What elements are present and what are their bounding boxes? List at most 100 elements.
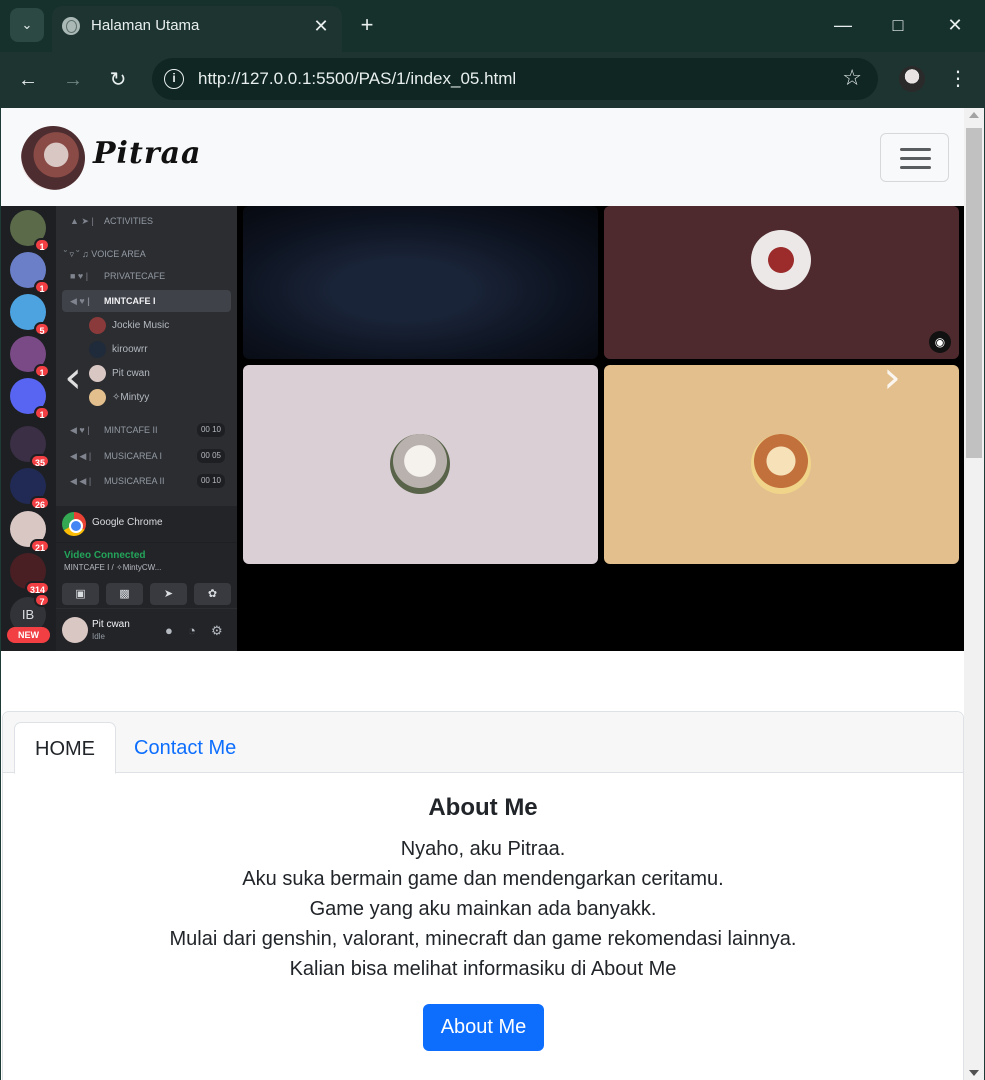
chrome-icon xyxy=(62,512,86,536)
server-badge: 7 xyxy=(34,593,50,607)
headphones-icon: ◔ xyxy=(188,623,196,638)
about-me-button[interactable]: About Me xyxy=(423,1004,544,1051)
server-icon: 1 xyxy=(10,210,50,252)
server-icon: 5 xyxy=(10,294,50,336)
reload-icon[interactable]: ↻ xyxy=(102,64,134,96)
video-tile: ◉ xyxy=(604,206,959,359)
speaker-icon: ◀ ◀ | xyxy=(70,476,92,486)
channel-item: ◀ ◀ | MUSICAREA I 00 05 xyxy=(62,445,231,467)
tabs-card: HOME Contact Me About Me Nyaho, aku Pitr… xyxy=(2,711,964,1080)
avatar xyxy=(62,617,88,643)
channel-label: ACTIVITIES xyxy=(104,216,154,226)
channel-item: ■ ♥ | PRIVATECAFE xyxy=(62,265,231,287)
tab-strip: ⌄ Halaman Utama ✕ + — □ ✕ xyxy=(0,0,985,52)
voice-panel: Video Connected MINTCAFE I / ✧MintyCW...… xyxy=(56,542,237,608)
server-badge: 35 xyxy=(29,454,50,468)
stage-icon: ◉ xyxy=(929,331,951,353)
plus-icon[interactable]: + xyxy=(354,12,380,38)
channel-list: ▲ ➤ | ACTIVITIES ˘ ▿ ˘ ♫ VOICE AREA ■ ♥ |… xyxy=(56,206,237,651)
new-badge: NEW xyxy=(7,627,50,643)
server-badge: 1 xyxy=(34,364,50,378)
about-line: Kalian bisa melihat informasiku di About… xyxy=(289,958,677,980)
activity-bar: Google Chrome xyxy=(56,506,237,542)
user-state: Idle xyxy=(92,632,105,641)
star-icon[interactable]: ☆ xyxy=(842,65,862,91)
channel-label: PRIVATECAFE xyxy=(104,271,166,281)
voice-member: ✧Mintyy xyxy=(89,388,149,408)
ib-label: IB xyxy=(21,607,35,622)
voice-status: Video Connected xyxy=(64,550,146,561)
voice-member: kiroowrr xyxy=(89,340,148,360)
server-badge: 5 xyxy=(34,322,50,336)
forward-icon[interactable]: → xyxy=(57,64,89,96)
channel-item: ◀ ◀ | MUSICAREA II 00 10 xyxy=(62,470,231,492)
user-name: Pit cwan xyxy=(92,619,130,630)
voice-member: Pit cwan xyxy=(89,364,150,384)
member-avatar xyxy=(89,340,106,358)
close-icon[interactable]: ✕ xyxy=(310,15,332,37)
back-icon[interactable]: ← xyxy=(12,64,44,96)
maximize-icon[interactable]: □ xyxy=(883,10,913,40)
member-name: Jockie Music xyxy=(112,320,170,331)
user-panel: Pit cwan Idle ● ◔ ⚙ xyxy=(56,609,237,651)
server-list: 1 1 5 1 1 35 26 21 314 IB 7 NEW xyxy=(1,206,56,651)
carousel-next-icon[interactable]: › xyxy=(872,356,912,400)
voice-channel: MINTCAFE I / ✧MintyCW... xyxy=(64,563,162,572)
carousel-prev-icon[interactable]: ‹ xyxy=(53,356,93,400)
scroll-thumb[interactable] xyxy=(966,128,982,458)
browser-tab[interactable]: Halaman Utama ✕ xyxy=(52,6,342,52)
tab-contact[interactable]: Contact Me xyxy=(114,722,256,774)
brand-name[interactable]: Pitraa xyxy=(93,136,202,171)
tab-search-icon[interactable]: ⌄ xyxy=(10,8,44,42)
site-info-icon[interactable]: i xyxy=(164,69,184,89)
category-label: ˘ ▿ ˘ ♫ VOICE AREA xyxy=(62,243,231,265)
navbar-toggler[interactable] xyxy=(880,133,949,182)
channel-label: MINTCAFE II xyxy=(104,425,158,435)
avatar xyxy=(751,434,811,494)
channel-label: MUSICAREA II xyxy=(104,476,165,486)
channel-item: ◀ ♥ | MINTCAFE II 00 10 xyxy=(62,419,231,441)
scrollbar[interactable] xyxy=(964,108,984,1080)
voice-member: Jockie Music xyxy=(89,316,169,336)
address-bar[interactable]: i http://127.0.0.1:5500/PAS/1/index_05.h… xyxy=(152,58,878,100)
video-tile xyxy=(243,206,598,359)
speaker-icon: ◀ ♥ | xyxy=(70,425,90,435)
lock-icon: ■ ♥ | xyxy=(70,271,89,281)
scroll-up-icon[interactable] xyxy=(969,112,979,118)
gear-icon: ⚙ xyxy=(211,623,223,638)
tab-home[interactable]: HOME xyxy=(14,722,116,774)
server-icon: 314 xyxy=(10,553,50,595)
scroll-down-icon[interactable] xyxy=(969,1070,979,1076)
brand-logo[interactable] xyxy=(21,126,85,190)
member-name: ✧Mintyy xyxy=(112,392,150,403)
server-icon: 1 xyxy=(10,252,50,294)
server-icon: 21 xyxy=(10,511,50,553)
channel-item: ▲ ➤ | ACTIVITIES xyxy=(62,210,231,232)
about-line: Aku suka bermain game dan mendengarkan c… xyxy=(242,868,724,890)
server-badge: 1 xyxy=(34,280,50,294)
page-viewport: Pitraa 1 1 5 1 1 35 26 21 314 IB 7 NEW ▲ … xyxy=(1,108,984,1080)
kebab-menu-icon[interactable]: ⋮ xyxy=(944,64,972,94)
camera-off-icon: ▣ xyxy=(62,583,99,605)
channel-count: 00 05 xyxy=(196,449,225,463)
about-line: Nyaho, aku Pitraa. xyxy=(400,838,566,860)
profile-avatar[interactable] xyxy=(899,66,925,92)
channel-label: MINTCAFE I xyxy=(104,296,156,306)
tab-bar: HOME Contact Me xyxy=(3,712,963,774)
rocket-icon: ▲ ➤ | xyxy=(70,216,94,226)
member-name: Pit cwan xyxy=(112,368,150,379)
hamburger-icon xyxy=(900,157,931,160)
server-icon: 1 xyxy=(10,336,50,378)
discord-icon: 1 xyxy=(10,378,50,420)
mic-icon: ● xyxy=(165,623,173,638)
minimize-icon[interactable]: — xyxy=(828,10,858,40)
channel-count: 00 10 xyxy=(196,474,225,488)
rocket-icon: ➤ xyxy=(150,583,187,605)
hamburger-icon xyxy=(900,148,931,151)
hamburger-icon xyxy=(900,166,931,169)
url-text[interactable]: http://127.0.0.1:5500/PAS/1/index_05.htm… xyxy=(198,69,516,89)
member-avatar xyxy=(89,316,106,334)
carousel: 1 1 5 1 1 35 26 21 314 IB 7 NEW ▲ ➤ | ACTI… xyxy=(1,206,964,651)
about-line: Mulai dari genshin, valorant, minecraft … xyxy=(169,928,797,950)
window-close-icon[interactable]: ✕ xyxy=(940,10,970,40)
